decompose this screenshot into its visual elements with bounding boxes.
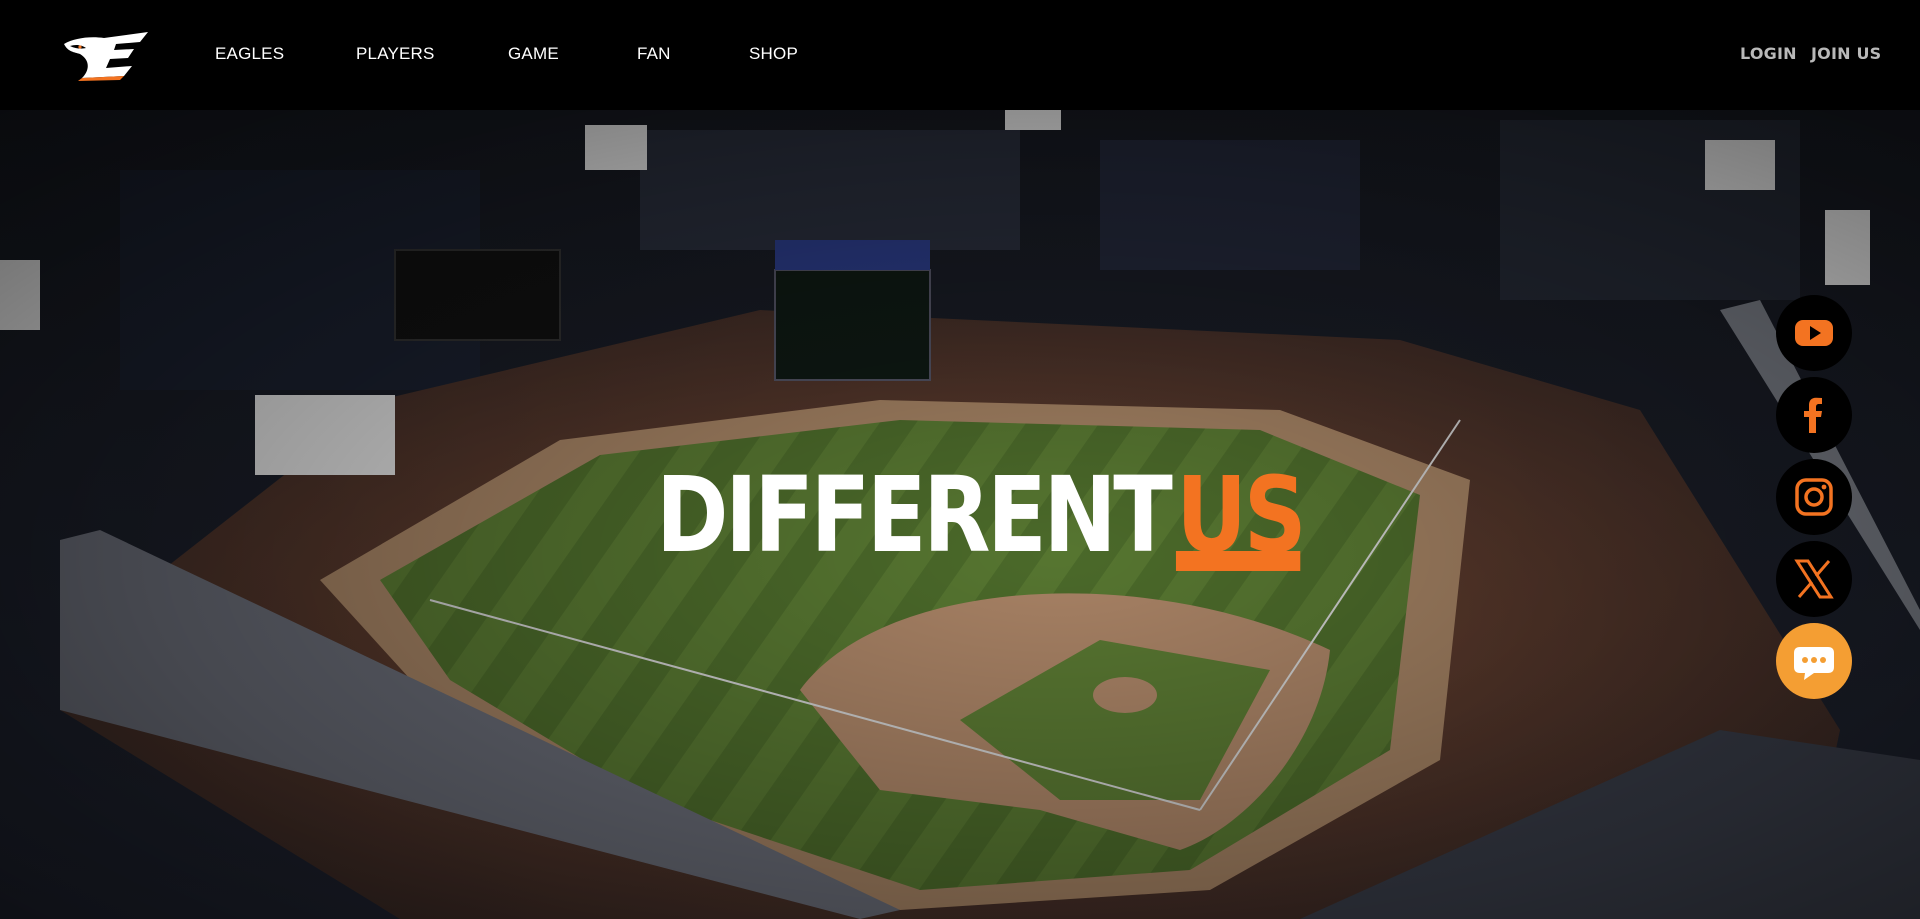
facebook-icon bbox=[1804, 397, 1822, 433]
headline-white-text: DIFFERENT bbox=[656, 454, 1173, 576]
login-link[interactable]: LOGIN bbox=[1740, 44, 1797, 63]
nav-game[interactable]: GAME bbox=[508, 44, 559, 64]
nav-eagles[interactable]: EAGLES bbox=[215, 44, 284, 64]
eagles-logo[interactable] bbox=[60, 30, 152, 82]
join-link[interactable]: JOIN US bbox=[1811, 44, 1881, 63]
facebook-button[interactable] bbox=[1776, 377, 1852, 453]
x-button[interactable] bbox=[1776, 541, 1852, 617]
headline-orange-text: US bbox=[1176, 454, 1307, 576]
youtube-icon bbox=[1795, 320, 1833, 346]
nav-players[interactable]: PLAYERS bbox=[356, 44, 435, 64]
site-header: EAGLES PLAYERS GAME FAN SHOP LOGIN JOIN … bbox=[0, 0, 1920, 110]
nav-fan[interactable]: FAN bbox=[637, 44, 671, 64]
nav-shop[interactable]: SHOP bbox=[749, 44, 798, 64]
eagle-logo-icon bbox=[64, 32, 148, 81]
instagram-icon bbox=[1795, 478, 1833, 516]
instagram-button[interactable] bbox=[1776, 459, 1852, 535]
hero-section: DIFFERENTUS bbox=[0, 110, 1920, 919]
chat-button[interactable] bbox=[1776, 623, 1852, 699]
youtube-button[interactable] bbox=[1776, 295, 1852, 371]
chat-icon bbox=[1794, 647, 1834, 680]
hero-headline: DIFFERENTUS bbox=[656, 454, 1307, 576]
x-icon bbox=[1794, 559, 1834, 599]
